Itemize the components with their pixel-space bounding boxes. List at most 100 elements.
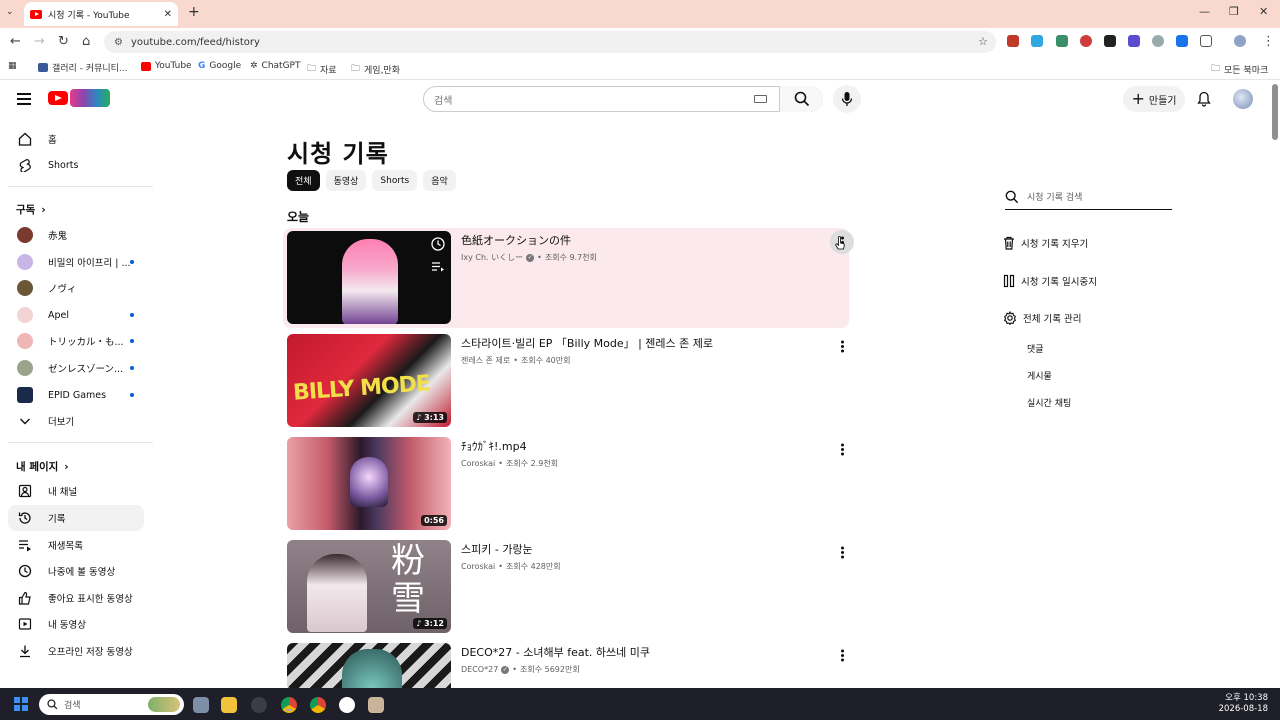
close-window-button[interactable]: ✕ [1259,5,1268,18]
notifications-bell-icon[interactable] [1197,91,1211,107]
reload-button[interactable]: ↻ [58,34,69,49]
chip-videos[interactable]: 동영상 [325,170,367,191]
voice-search-button[interactable] [833,85,861,113]
create-button[interactable]: + 만들기 [1123,86,1185,112]
manage-live-chat-link[interactable]: 실시간 채팅 [1027,396,1071,409]
channel-name[interactable]: 젠레스 존 제로 [461,355,510,366]
extension-icon[interactable] [1104,35,1116,47]
sidebar-item-playlists[interactable]: 재생목록 [8,532,144,558]
video-title[interactable]: 스타라이트·빌리 EP 「Billy Mode」 | 젠레스 존 제로 [461,335,713,351]
channel-name[interactable]: Coroskai [461,562,495,571]
history-video-item[interactable]: DECO*27 - 소녀해부 feat. 하쓰네 미쿠 DECO*27 ✓ • … [283,640,849,688]
all-bookmarks-folder[interactable]: 🗀 모든 북마크 [1211,61,1268,77]
back-button[interactable]: ← [10,34,21,49]
extension-icon[interactable] [1080,35,1092,47]
close-tab-icon[interactable]: ✕ [164,9,172,20]
search-box[interactable]: 검색 [423,86,823,112]
windows-start-icon[interactable] [14,697,28,711]
chip-music[interactable]: 음악 [423,170,456,191]
video-title[interactable]: 스피키 - 가랑눈 [461,541,533,557]
doodle-logo[interactable] [70,89,110,107]
sidebar-item-shorts[interactable]: Shorts [8,152,144,178]
task-view-icon[interactable] [193,697,209,713]
chrome-icon[interactable] [281,697,297,713]
bookmark-item[interactable]: YouTube [141,61,192,71]
youtube-logo[interactable] [48,91,68,105]
sidebar-item-liked-videos[interactable]: 좋아요 표시한 동영상 [8,585,144,611]
subscriptions-heading[interactable]: 구독 › [16,202,46,217]
file-explorer-icon[interactable] [221,697,237,713]
download-icon[interactable] [1176,35,1188,47]
restore-button[interactable]: ❐ [1229,5,1239,18]
sidebar-item-home[interactable]: 홈 [8,126,144,152]
manage-posts-link[interactable]: 게시물 [1027,369,1052,382]
video-more-actions-button[interactable] [830,643,849,667]
extension-icon[interactable] [1056,35,1068,47]
history-video-item[interactable]: BILLY MODE ♪ 3:13 스타라이트·빌리 EP 「Billy Mod… [283,331,849,431]
menu-icon[interactable] [17,93,31,105]
sidebar-item-your-channel[interactable]: 내 채널 [8,478,144,504]
page-scrollbar-thumb[interactable] [1272,84,1278,140]
bookmark-star-icon[interactable]: ☆ [978,35,988,48]
video-more-actions-button[interactable] [830,540,854,564]
history-video-item[interactable]: 粉雪 ♪ 3:12 스피키 - 가랑눈 Coroskai • 조회수 428만회 [283,537,849,637]
apps-grid-icon[interactable]: ▦ [8,61,17,71]
account-avatar[interactable] [1233,89,1253,109]
bookmark-item[interactable]: G Google [198,61,241,71]
taskbar-app-icon[interactable] [251,697,267,713]
taskbar-clock[interactable]: 오후 10:38 2026-08-18 [1219,693,1268,715]
manage-comments-link[interactable]: 댓글 [1027,342,1044,355]
sidebar-item-history[interactable]: 기록 [8,505,144,531]
subscription-item[interactable]: Apel [8,302,144,328]
bookmark-folder[interactable]: 🗀 자료 [307,61,337,77]
subscription-item[interactable]: 赤鬼 [8,222,144,248]
taskbar-search-input[interactable]: 검색 [64,698,81,711]
add-to-queue-icon[interactable] [431,261,445,273]
site-info-icon[interactable]: ⚙ [114,37,123,48]
show-more-button[interactable]: 더보기 [8,408,144,434]
browser-tab-active[interactable]: 시청 기록 - YouTube ✕ [24,2,178,26]
sidebar-item-your-videos[interactable]: 내 동영상 [8,611,144,637]
extensions-puzzle-icon[interactable] [1200,35,1212,47]
video-thumbnail[interactable]: 粉雪 ♪ 3:12 [287,540,451,633]
subscription-item[interactable]: ゼンレスゾーン... [8,355,144,381]
subscription-item[interactable]: EPID Games [8,382,144,408]
extension-icon[interactable] [1007,35,1019,47]
chip-all[interactable]: 전체 [287,170,320,191]
video-more-actions-button[interactable] [830,334,854,358]
sidebar-item-watch-later[interactable]: 나중에 볼 동영상 [8,558,144,584]
watch-later-icon[interactable] [431,237,445,251]
extension-icon[interactable] [1128,35,1140,47]
minimize-button[interactable]: — [1199,5,1210,18]
subscription-item[interactable]: 비밀의 아이프리 | ... [8,249,144,275]
bookmark-item[interactable]: ✲ ChatGPT [250,61,300,71]
history-search-box[interactable]: 시청 기록 검색 [1005,184,1172,210]
chip-shorts[interactable]: Shorts [372,170,418,191]
forward-button[interactable]: → [34,34,45,49]
subscription-item[interactable]: トリッカル・も... [8,328,144,354]
taskbar-app-icon[interactable] [339,697,355,713]
channel-name[interactable]: DECO*27 [461,665,498,674]
clear-history-button[interactable]: 시청 기록 지우기 [1003,236,1088,250]
video-thumbnail[interactable] [287,643,451,688]
browser-menu-icon[interactable]: ⋮ [1262,34,1275,49]
taskbar-search-box[interactable]: 검색 [39,694,184,715]
you-heading[interactable]: 내 페이지 › [16,459,69,474]
video-thumbnail[interactable] [287,231,451,324]
sidebar-item-downloads[interactable]: 오프라인 저장 동영상 [8,638,144,664]
new-tab-button[interactable]: + [188,4,200,20]
search-input[interactable]: 검색 [434,92,754,107]
video-title[interactable]: 色紙オークションの件 [461,232,571,248]
bookmark-folder[interactable]: 🗀 게임,만화 [351,61,400,77]
video-title[interactable]: ﾁｮｳｶﾞｷ!.mp4 [461,438,527,454]
tab-search-icon[interactable]: ⌄ [6,7,14,17]
history-video-item[interactable]: 色紙オークションの件 Ixy Ch. いくしー ✓ • 조회수 9.7천회 [283,228,854,328]
omnibox[interactable]: ⚙ youtube.com/feed/history ☆ [104,31,996,53]
keyboard-icon[interactable] [754,95,767,103]
history-search-input[interactable]: 시청 기록 검색 [1027,190,1082,203]
profile-icon[interactable] [1234,35,1246,47]
video-thumbnail[interactable]: 0:56 [287,437,451,530]
bookmark-item[interactable]: 갤러리 - 커뮤니티... [38,61,128,74]
home-button[interactable]: ⌂ [82,34,90,49]
video-thumbnail[interactable]: BILLY MODE ♪ 3:13 [287,334,451,427]
